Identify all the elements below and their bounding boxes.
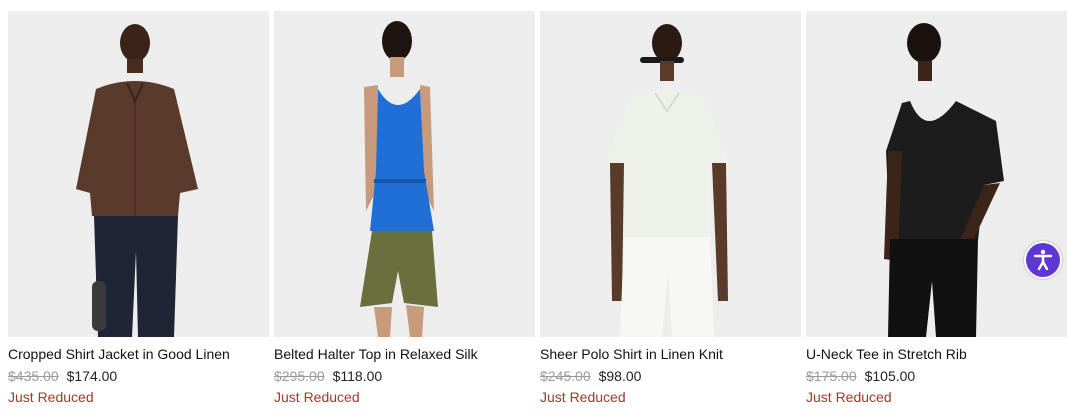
- model-photo-ivory-polo-icon: [606, 24, 728, 337]
- sale-price: $98.00: [598, 368, 642, 384]
- original-price: $295.00: [274, 368, 325, 384]
- sale-price: $174.00: [66, 368, 118, 384]
- status-badge: Just Reduced: [540, 389, 626, 405]
- top-shape: [76, 81, 198, 216]
- product-card[interactable]: Sheer Polo Shirt in Linen Knit $245.00 $9…: [540, 11, 801, 406]
- original-price: $245.00: [540, 368, 591, 384]
- price-row: $175.00 $105.00: [806, 368, 1067, 385]
- accessibility-icon: [1033, 249, 1053, 271]
- model-photo-blue-halter-top-icon: [360, 21, 438, 337]
- status-badge: Just Reduced: [8, 389, 94, 405]
- product-name[interactable]: Belted Halter Top in Relaxed Silk: [274, 346, 535, 363]
- product-card[interactable]: Cropped Shirt Jacket in Good Linen $435.…: [8, 11, 269, 406]
- price-row: $245.00 $98.00: [540, 368, 801, 385]
- status-badge: Just Reduced: [806, 389, 892, 405]
- sale-price: $105.00: [864, 368, 916, 384]
- price-row: $295.00 $118.00: [274, 368, 535, 385]
- product-card[interactable]: U-Neck Tee in Stretch Rib $175.00 $105.00…: [806, 11, 1067, 406]
- model-photo-brown-linen-jacket-icon: [76, 24, 198, 337]
- model-photo-black-tee-icon: [884, 23, 1004, 337]
- bottom-shape: [94, 216, 178, 337]
- accessibility-icon-bg: [1026, 243, 1060, 277]
- price-row: $435.00 $174.00: [8, 368, 269, 385]
- sale-price: $118.00: [332, 368, 383, 384]
- accessibility-button[interactable]: [1024, 241, 1062, 279]
- product-name[interactable]: U-Neck Tee in Stretch Rib: [806, 346, 1067, 363]
- bottom-shape: [620, 237, 714, 337]
- status-badge: Just Reduced: [274, 389, 360, 405]
- bottom-shape: [360, 231, 438, 307]
- original-price: $175.00: [806, 368, 857, 384]
- product-grid: Cropped Shirt Jacket in Good Linen $435.…: [8, 11, 1067, 406]
- product-name[interactable]: Cropped Shirt Jacket in Good Linen: [8, 346, 269, 363]
- product-image[interactable]: [8, 11, 269, 337]
- product-name[interactable]: Sheer Polo Shirt in Linen Knit: [540, 346, 801, 363]
- product-image[interactable]: [806, 11, 1067, 337]
- top-shape: [886, 101, 1004, 241]
- original-price: $435.00: [8, 368, 59, 384]
- bottom-shape: [888, 239, 978, 337]
- product-image[interactable]: [274, 11, 535, 337]
- product-image[interactable]: [540, 11, 801, 337]
- product-card[interactable]: Belted Halter Top in Relaxed Silk $295.0…: [274, 11, 535, 406]
